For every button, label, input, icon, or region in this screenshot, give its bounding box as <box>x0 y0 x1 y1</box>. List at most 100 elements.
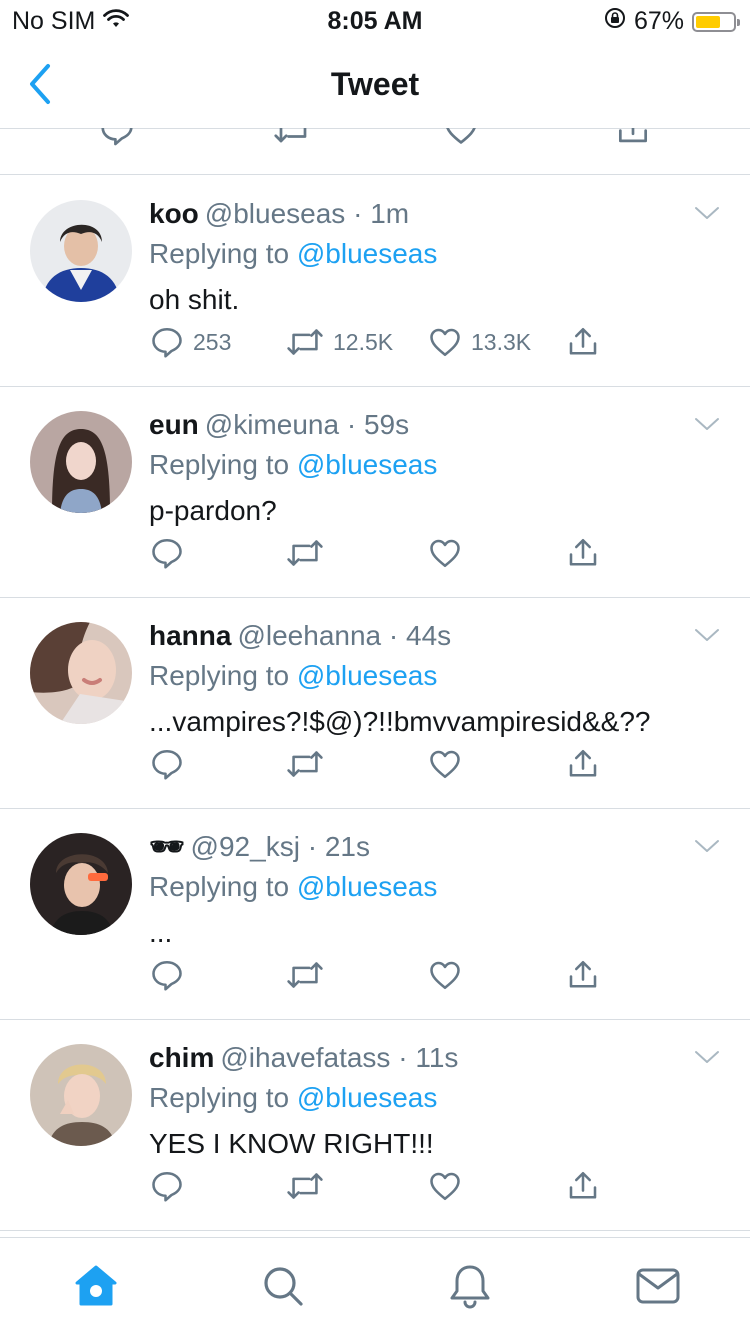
share-icon <box>569 1171 597 1199</box>
mention-link[interactable]: @blueseas <box>297 660 438 691</box>
reply-icon <box>152 538 182 569</box>
chevron-down-icon[interactable] <box>694 626 720 644</box>
previous-tweet-actions <box>0 128 750 175</box>
tweet[interactable]: chim @ihavefatass · 11s Replying to @blue… <box>0 1020 750 1231</box>
reply-button[interactable] <box>149 535 193 571</box>
tweet-header: 🕶 @92_ksj · 21s <box>149 829 720 865</box>
display-name[interactable]: chim <box>149 1042 214 1073</box>
heart-icon <box>430 1172 460 1201</box>
separator: · <box>388 620 399 651</box>
reply-button[interactable] <box>149 957 193 993</box>
tweet-text: ...vampires?!$@)?!!bmvvampiresid&&?? <box>149 706 651 737</box>
display-name[interactable]: 🕶 <box>149 831 185 862</box>
chevron-down-icon[interactable] <box>694 204 720 222</box>
tweet-header: eun @kimeuna · 59s <box>149 407 720 443</box>
nav-header: Tweet <box>0 44 750 129</box>
tweet-text: YES I KNOW RIGHT!!! <box>149 1128 434 1159</box>
retweet-button[interactable] <box>285 746 333 782</box>
mention-link[interactable]: @blueseas <box>297 449 438 480</box>
tweet-actions <box>149 957 609 993</box>
timestamp: 11s <box>415 1042 459 1073</box>
share-button[interactable] <box>565 746 601 782</box>
messages-icon <box>636 1268 680 1304</box>
like-button[interactable]: 13.3K <box>427 324 531 360</box>
replying-prefix: Replying to <box>149 660 290 691</box>
home-icon <box>75 1265 117 1306</box>
tweet[interactable]: 🕶 @92_ksj · 21s Replying to @blueseas ... <box>0 809 750 1020</box>
tweet-body: 🕶 @92_ksj · 21s Replying to @blueseas ... <box>149 829 720 953</box>
share-icon <box>569 960 597 988</box>
tab-notifications[interactable] <box>446 1262 494 1310</box>
avatar[interactable] <box>30 833 132 935</box>
replying-to: Replying to @blueseas <box>149 445 720 485</box>
tweet-header: chim @ihavefatass · 11s <box>149 1040 720 1076</box>
share-icon <box>569 538 597 566</box>
reply-button[interactable] <box>149 746 193 782</box>
retweet-icon <box>287 751 323 777</box>
username[interactable]: @blueseas <box>205 198 346 229</box>
heart-icon <box>430 539 460 568</box>
reply-count: 253 <box>193 328 232 355</box>
tweet[interactable]: hanna @leehanna · 44s Replying to @bluese… <box>0 598 750 809</box>
like-button[interactable] <box>427 1168 471 1204</box>
display-name[interactable]: koo <box>149 198 199 229</box>
avatar[interactable] <box>30 200 132 302</box>
reply-icon[interactable] <box>98 128 136 153</box>
battery-icon <box>692 11 740 32</box>
tweet-body: eun @kimeuna · 59s Replying to @blueseas … <box>149 407 720 531</box>
username[interactable]: @kimeuna <box>205 409 339 440</box>
retweet-button[interactable] <box>285 535 333 571</box>
username[interactable]: @92_ksj <box>191 831 300 862</box>
share-button[interactable] <box>565 1168 601 1204</box>
avatar[interactable] <box>30 622 132 724</box>
reply-button[interactable] <box>149 1168 193 1204</box>
tab-home[interactable] <box>72 1262 120 1310</box>
retweet-icon <box>287 962 323 988</box>
tweet[interactable]: eun @kimeuna · 59s Replying to @blueseas … <box>0 387 750 598</box>
rotation-lock-icon <box>604 7 626 36</box>
like-button[interactable] <box>427 746 471 782</box>
username[interactable]: @leehanna <box>237 620 381 651</box>
battery-percent: 67% <box>633 7 684 35</box>
like-button[interactable] <box>427 957 471 993</box>
display-name[interactable]: eun <box>149 409 199 440</box>
retweet-button[interactable]: 12.5K <box>285 324 393 360</box>
display-name[interactable]: hanna <box>149 620 231 651</box>
share-button[interactable] <box>565 957 601 993</box>
tab-search[interactable] <box>259 1262 307 1310</box>
timestamp: 1m <box>370 198 410 229</box>
chevron-down-icon[interactable] <box>694 415 720 433</box>
like-button[interactable] <box>427 535 471 571</box>
reply-button[interactable]: 253 <box>149 324 231 360</box>
tweet-header: hanna @leehanna · 44s <box>149 618 720 654</box>
retweet-button[interactable] <box>285 1168 333 1204</box>
retweet-icon <box>287 1173 323 1199</box>
avatar[interactable] <box>30 411 132 513</box>
replying-to: Replying to @blueseas <box>149 1078 720 1118</box>
separator: · <box>307 831 318 862</box>
notifications-icon <box>450 1265 490 1309</box>
timestamp: 21s <box>324 831 370 862</box>
reply-icon <box>152 327 182 358</box>
timestamp: 44s <box>406 620 452 651</box>
replying-prefix: Replying to <box>149 1082 290 1113</box>
heart-icon <box>430 961 460 990</box>
avatar[interactable] <box>30 1044 132 1146</box>
mention-link[interactable]: @blueseas <box>297 1082 438 1113</box>
replying-to: Replying to @blueseas <box>149 656 720 696</box>
retweet-button[interactable] <box>285 957 333 993</box>
chevron-down-icon[interactable] <box>694 837 720 855</box>
retweet-icon[interactable] <box>272 128 314 153</box>
tab-messages[interactable] <box>634 1262 682 1310</box>
retweet-count: 12.5K <box>333 328 394 355</box>
share-icon[interactable] <box>614 128 652 153</box>
share-button[interactable] <box>565 324 601 360</box>
mention-link[interactable]: @blueseas <box>297 238 438 269</box>
tweet[interactable]: koo @blueseas · 1m Replying to @blueseas … <box>0 176 750 387</box>
mention-link[interactable]: @blueseas <box>297 871 438 902</box>
chevron-down-icon[interactable] <box>694 1048 720 1066</box>
reply-feed: koo @blueseas · 1m Replying to @blueseas … <box>0 176 750 1231</box>
username[interactable]: @ihavefatass <box>220 1042 390 1073</box>
share-button[interactable] <box>565 535 601 571</box>
like-icon[interactable] <box>442 128 480 153</box>
